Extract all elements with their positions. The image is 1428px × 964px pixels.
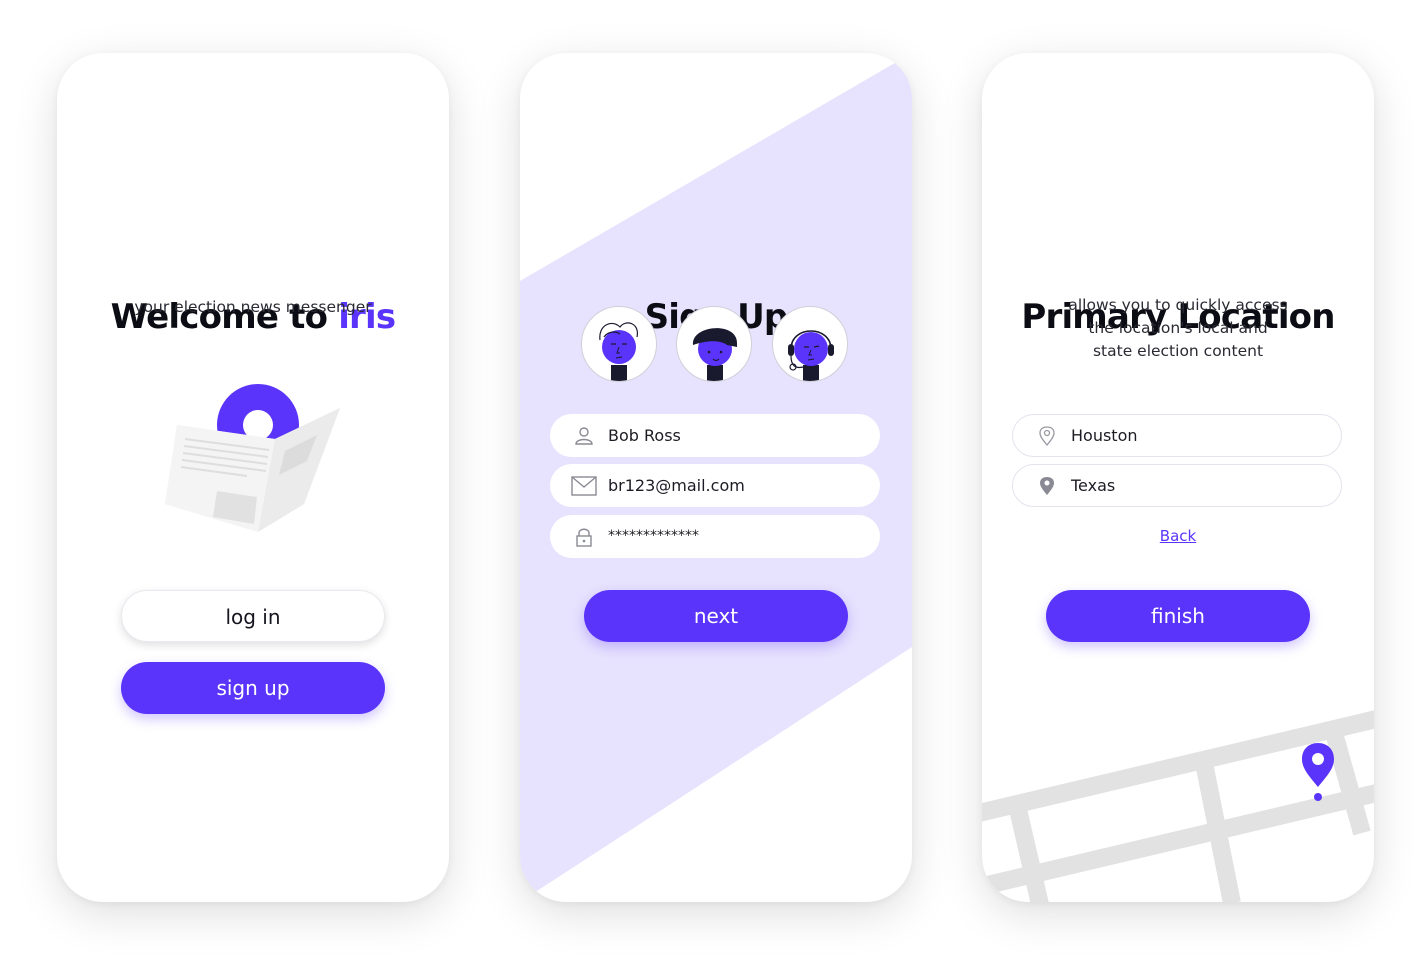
avatar-headset-icon [788, 330, 834, 381]
location-pin-outline-icon [1033, 415, 1061, 456]
password-value: ************* [608, 528, 699, 544]
welcome-subtitle: your election news messenger [134, 298, 372, 316]
avatar-option-3[interactable] [772, 306, 848, 382]
finish-button[interactable]: finish [1046, 590, 1310, 642]
location-subtitle: allows you to quickly access the locatio… [982, 294, 1374, 363]
location-screen: Primary Location allows you to quickly a… [982, 53, 1374, 902]
avatar-curly-hair-icon [599, 322, 638, 381]
mail-icon [570, 464, 598, 507]
state-value: Texas [1071, 476, 1116, 495]
login-button[interactable]: log in [121, 590, 385, 642]
location-subtitle-line-3: state election content [1092, 342, 1264, 360]
user-icon [570, 414, 598, 457]
email-value: br123@mail.com [608, 476, 745, 495]
map-pin-icon [1302, 743, 1334, 801]
location-subtitle-line-2: the location's local and [1088, 319, 1268, 337]
back-link[interactable]: Back [982, 527, 1374, 545]
location-pin-filled-icon [1033, 465, 1061, 506]
city-field[interactable]: Houston [1012, 414, 1342, 457]
avatar-option-1[interactable] [581, 306, 657, 382]
map-illustration [982, 710, 1374, 902]
welcome-screen: Welcome to iris your election news messe… [57, 53, 449, 902]
next-button[interactable]: next [584, 590, 848, 642]
name-value: Bob Ross [608, 426, 681, 445]
signup-button[interactable]: sign up [121, 662, 385, 714]
avatar-cap-icon [692, 328, 737, 381]
password-field[interactable]: ************* [550, 515, 880, 558]
location-subtitle-line-1: allows you to quickly access [1068, 296, 1288, 314]
signup-screen: Sign Up [520, 53, 912, 902]
city-value: Houston [1071, 426, 1138, 445]
avatar-option-2[interactable] [676, 306, 752, 382]
name-field[interactable]: Bob Ross [550, 414, 880, 457]
email-field[interactable]: br123@mail.com [550, 464, 880, 507]
state-field[interactable]: Texas [1012, 464, 1342, 507]
newspaper-logo-icon [165, 384, 340, 532]
lock-icon [570, 515, 598, 558]
